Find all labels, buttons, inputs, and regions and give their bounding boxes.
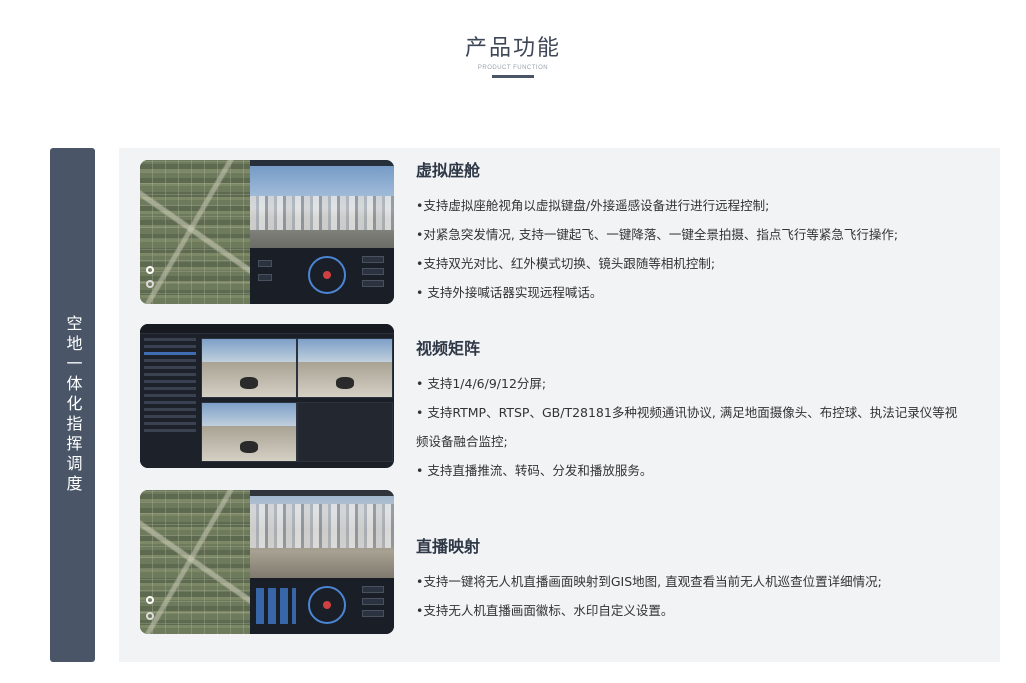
feature-bullet: • 支持RTMP、RTSP、GB/T28181多种视频通讯协议, 满足地面摄像头… bbox=[416, 405, 958, 449]
flight-controls bbox=[250, 248, 394, 304]
map-marker-icon bbox=[146, 596, 154, 604]
drone-video-feed bbox=[250, 490, 394, 578]
virtual-cockpit-screenshot bbox=[140, 160, 394, 304]
video-matrix-screenshot bbox=[140, 324, 394, 468]
feature-bullets: •支持虚拟座舱视角以虚拟键盘/外接遥感设备进行进行远程控制; •对紧急突发情况,… bbox=[416, 191, 976, 307]
side-category-tab[interactable]: 空地一体化指挥调度 bbox=[50, 148, 95, 662]
map-view bbox=[140, 160, 250, 304]
title-underline bbox=[492, 75, 534, 78]
flight-controls bbox=[250, 578, 394, 634]
feature-title: 直播映射 bbox=[416, 537, 481, 556]
map-view bbox=[140, 490, 250, 634]
feature-bullet: • 支持直播推流、转码、分发和播放服务。 bbox=[416, 463, 653, 478]
live-mapping-screenshot bbox=[140, 490, 394, 634]
map-marker-icon bbox=[146, 280, 154, 288]
feature-bullet: •支持虚拟座舱视角以虚拟键盘/外接遥感设备进行进行远程控制; bbox=[416, 198, 770, 213]
map-marker-icon bbox=[146, 266, 154, 274]
feature-content: 虚拟座舱 •支持虚拟座舱视角以虚拟键盘/外接遥感设备进行进行远程控制; •对紧急… bbox=[416, 160, 976, 307]
section-header: 产品功能 PRODUCT FUNCTION bbox=[0, 34, 1026, 78]
feature-bullet: •支持双光对比、红外模式切换、镜头跟随等相机控制; bbox=[416, 256, 716, 271]
compass-icon bbox=[308, 586, 346, 624]
section-title: 产品功能 bbox=[464, 36, 561, 61]
video-cell[interactable] bbox=[297, 338, 393, 398]
app-top-bar bbox=[140, 324, 394, 334]
drone-video-feed bbox=[250, 160, 394, 248]
video-cell[interactable] bbox=[201, 338, 297, 398]
feature-bullets: •支持一键将无人机直播画面映射到GIS地图, 直观查看当前无人机巡查位置详细情况… bbox=[416, 567, 976, 625]
compass-icon bbox=[308, 256, 346, 294]
feature-bullet: •对紧急突发情况, 支持一键起飞、一键降落、一键全景拍摄、指点飞行等紧急飞行操作… bbox=[416, 227, 899, 242]
map-marker-icon bbox=[146, 612, 154, 620]
feature-title: 虚拟座舱 bbox=[416, 161, 481, 180]
feature-bullets: • 支持1/4/6/9/12分屏; • 支持RTMP、RTSP、GB/T2818… bbox=[416, 369, 976, 485]
control-pad bbox=[256, 588, 296, 624]
video-cell[interactable] bbox=[297, 402, 393, 462]
feature-content: 视频矩阵 • 支持1/4/6/9/12分屏; • 支持RTMP、RTSP、GB/… bbox=[416, 338, 976, 485]
section-subtitle: PRODUCT FUNCTION bbox=[477, 65, 549, 71]
feature-bullet: • 支持外接喊话器实现远程喊话。 bbox=[416, 285, 603, 300]
feature-bullet: • 支持1/4/6/9/12分屏; bbox=[416, 376, 547, 391]
feature-bullet: •支持无人机直播画面徽标、水印自定义设置。 bbox=[416, 603, 674, 618]
feature-content: 直播映射 •支持一键将无人机直播画面映射到GIS地图, 直观查看当前无人机巡查位… bbox=[416, 536, 976, 625]
feature-bullet: •支持一键将无人机直播画面映射到GIS地图, 直观查看当前无人机巡查位置详细情况… bbox=[416, 574, 882, 589]
device-tree bbox=[140, 334, 200, 468]
side-category-label: 空地一体化指挥调度 bbox=[63, 315, 83, 495]
video-cell[interactable] bbox=[201, 402, 297, 462]
feature-title: 视频矩阵 bbox=[416, 339, 481, 358]
